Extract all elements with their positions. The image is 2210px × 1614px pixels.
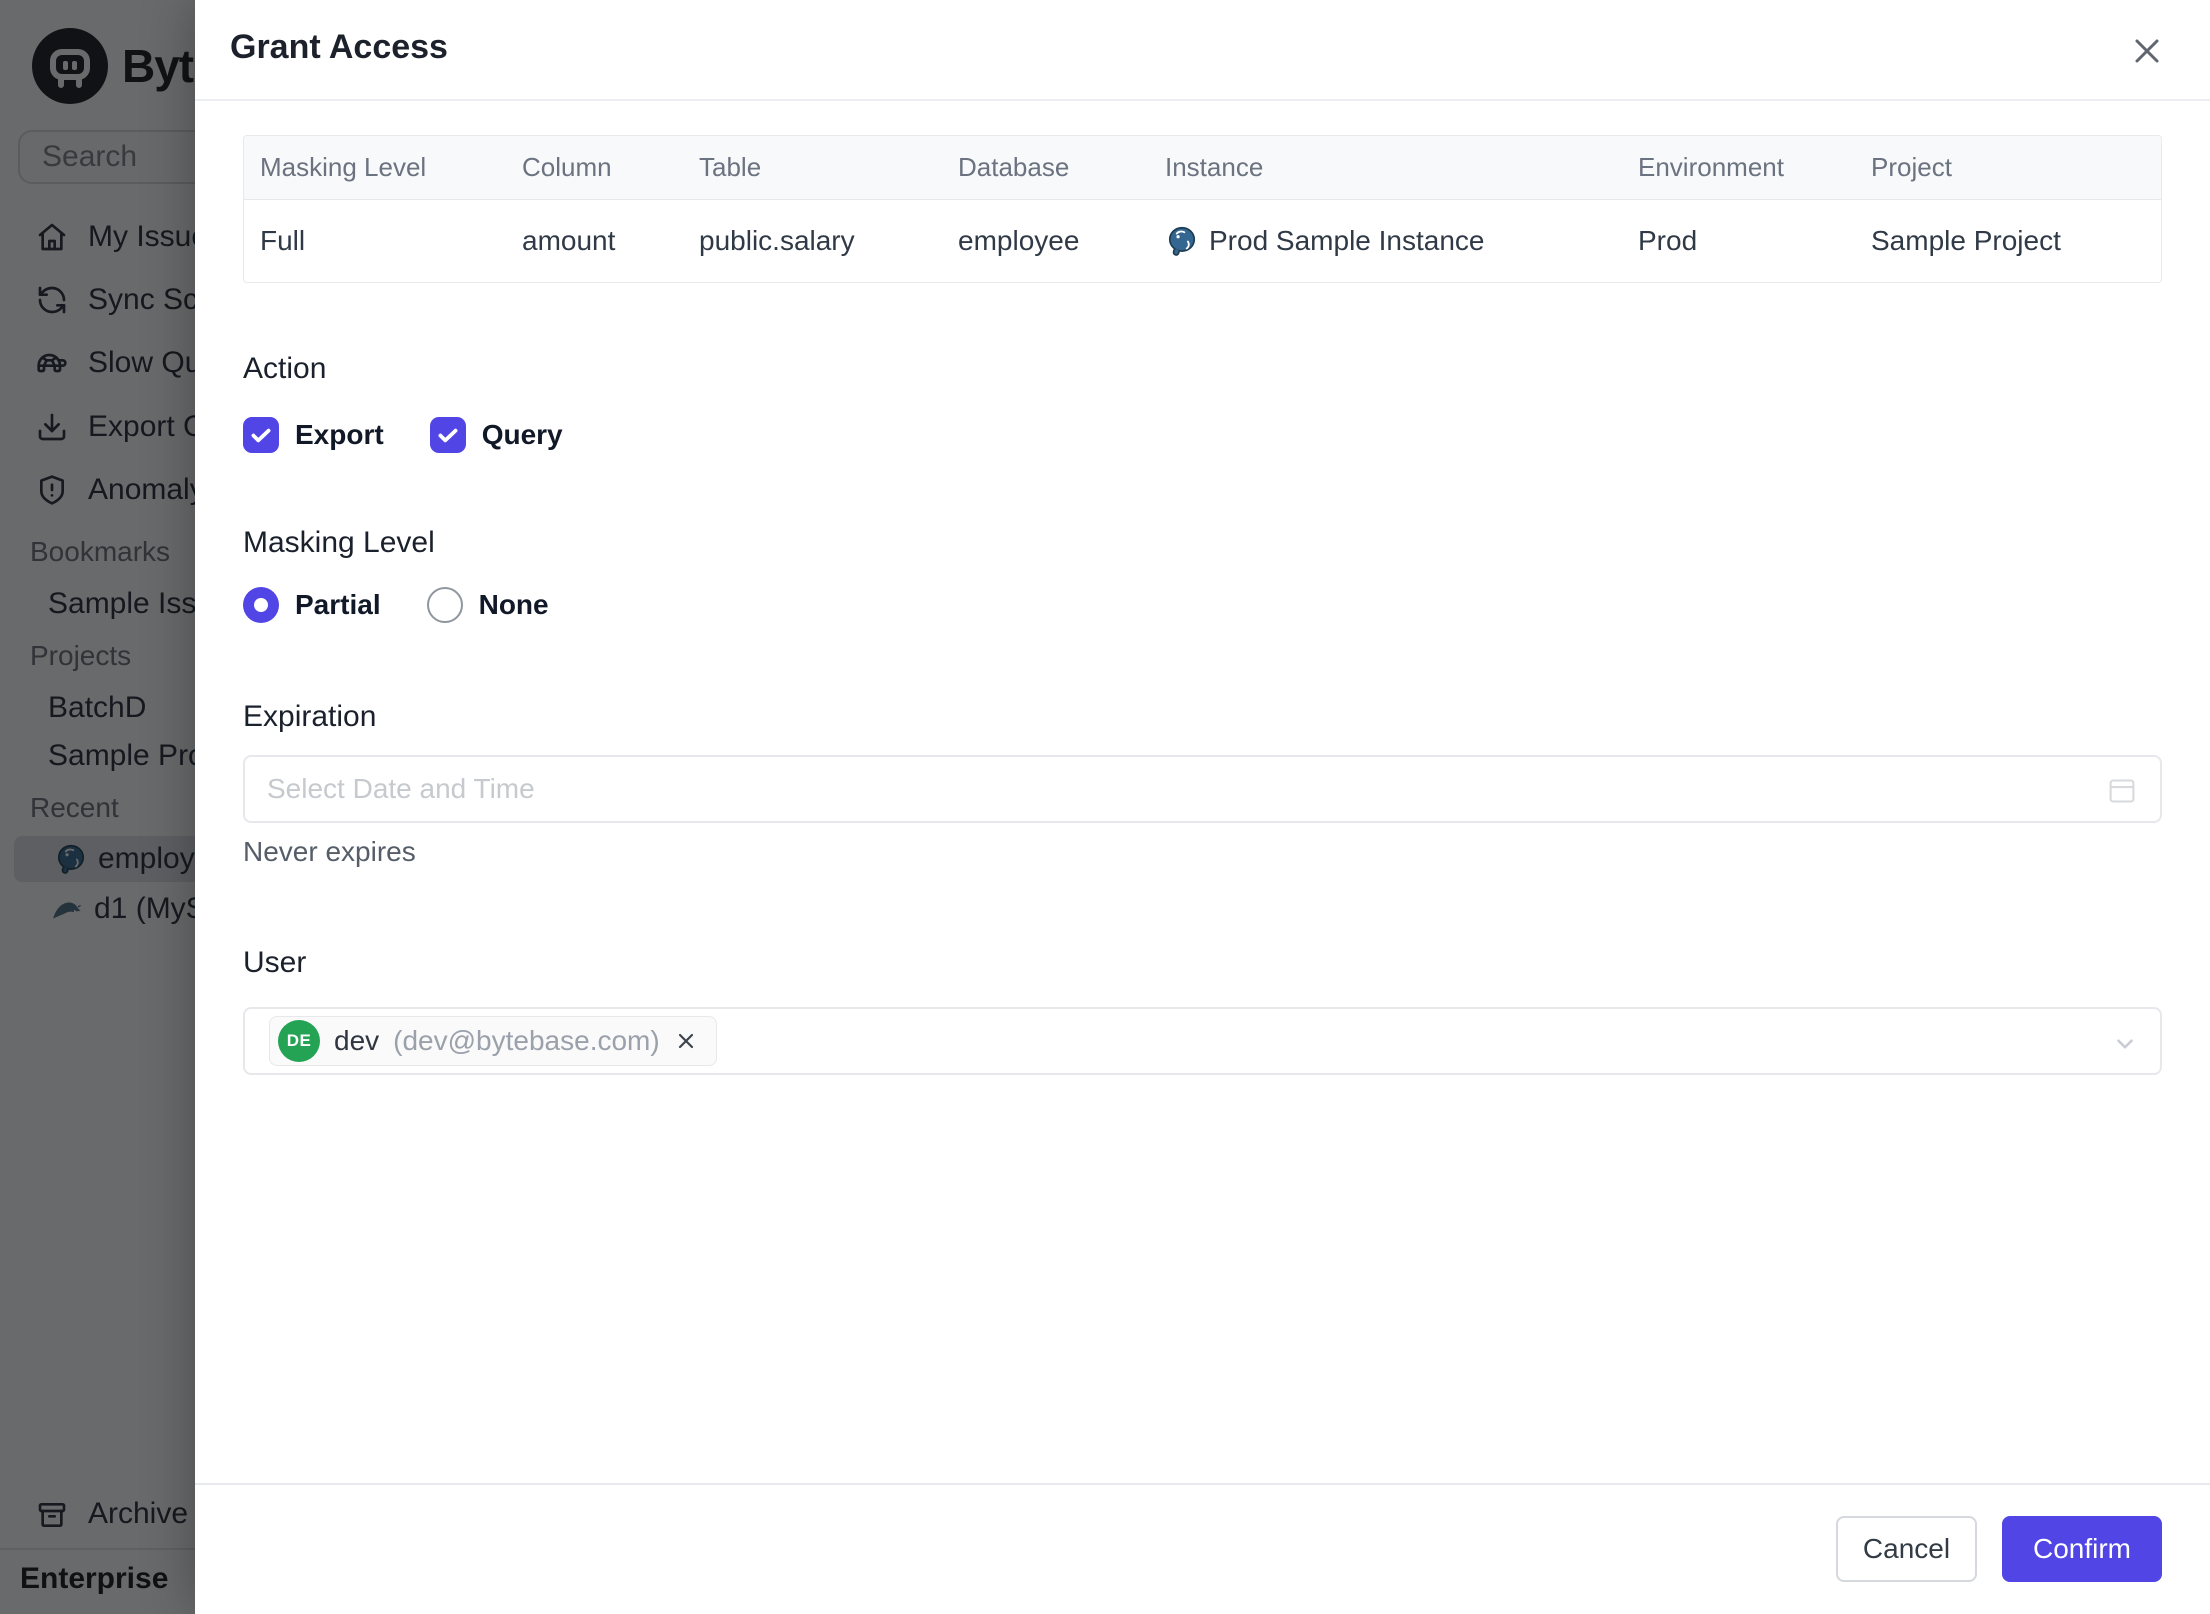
user-select[interactable]: DE dev (dev@bytebase.com) [243, 1007, 2162, 1075]
grant-access-modal: Grant Access Masking Level Column Table … [195, 0, 2210, 1614]
cell-project: Sample Project [1871, 225, 2061, 256]
cell-instance: Prod Sample Instance [1149, 200, 1622, 282]
cell-table: public.salary [699, 225, 855, 256]
table-row: Full amount public.salary employee Prod … [244, 200, 2161, 282]
chevron-down-icon[interactable] [2112, 1031, 2138, 1057]
col-header-database: Database [958, 152, 1070, 182]
user-tag: DE dev (dev@bytebase.com) [269, 1016, 717, 1066]
expiration-placeholder: Select Date and Time [267, 773, 535, 804]
modal-footer: Cancel Confirm [195, 1483, 2210, 1614]
modal-title: Grant Access [230, 28, 448, 66]
avatar: DE [278, 1020, 320, 1062]
radio-selected-icon[interactable] [243, 587, 279, 623]
action-heading: Action [243, 352, 327, 385]
expiration-date-input[interactable]: Select Date and Time [243, 755, 2162, 823]
table-header-row: Masking Level Column Table Database Inst… [244, 136, 2161, 200]
expiration-heading: Expiration [243, 700, 377, 733]
cell-database: employee [958, 225, 1080, 256]
calendar-icon[interactable] [2108, 777, 2136, 805]
col-header-project: Project [1871, 152, 1952, 182]
col-header-environment: Environment [1638, 152, 1784, 182]
postgres-icon [1165, 224, 1199, 258]
remove-user-icon[interactable] [674, 1029, 698, 1053]
confirm-button[interactable]: Confirm [2002, 1516, 2162, 1582]
partial-radio-option[interactable]: Partial [243, 587, 381, 623]
masking-level-options: Partial None [243, 587, 549, 623]
cancel-button[interactable]: Cancel [1836, 1516, 1977, 1582]
export-label: Export [295, 419, 384, 450]
none-radio-option[interactable]: None [426, 587, 549, 623]
app-root: Bytebase Search My Issues Sync Schema Sl… [0, 0, 2210, 1614]
cell-column: amount [522, 225, 616, 256]
checkbox-checked-icon[interactable] [243, 417, 279, 453]
col-header-instance: Instance [1165, 152, 1264, 182]
col-header-table: Table [699, 152, 762, 182]
user-heading: User [243, 946, 307, 979]
masking-access-table: Masking Level Column Table Database Inst… [243, 135, 2162, 283]
export-checkbox-option[interactable]: Export [243, 417, 384, 453]
checkbox-checked-icon[interactable] [429, 417, 466, 453]
never-expires-text: Never expires [243, 836, 416, 867]
query-checkbox-option[interactable]: Query [429, 417, 563, 453]
instance-name: Prod Sample Instance [1209, 225, 1485, 256]
action-options: Export Query [243, 417, 563, 453]
modal-header-divider [195, 99, 2210, 101]
close-icon[interactable] [2127, 31, 2167, 71]
user-email: (dev@bytebase.com) [393, 1025, 660, 1056]
cell-environment: Prod [1638, 225, 1698, 256]
none-label: None [478, 589, 549, 620]
partial-label: Partial [295, 589, 381, 620]
masking-level-heading: Masking Level [243, 526, 435, 559]
col-header-column: Column [522, 152, 612, 182]
cell-masking-level: Full [260, 225, 306, 256]
radio-unselected-icon[interactable] [426, 587, 463, 623]
user-name: dev [334, 1025, 380, 1056]
col-header-masking-level: Masking Level [260, 152, 427, 182]
query-label: Query [481, 419, 563, 450]
